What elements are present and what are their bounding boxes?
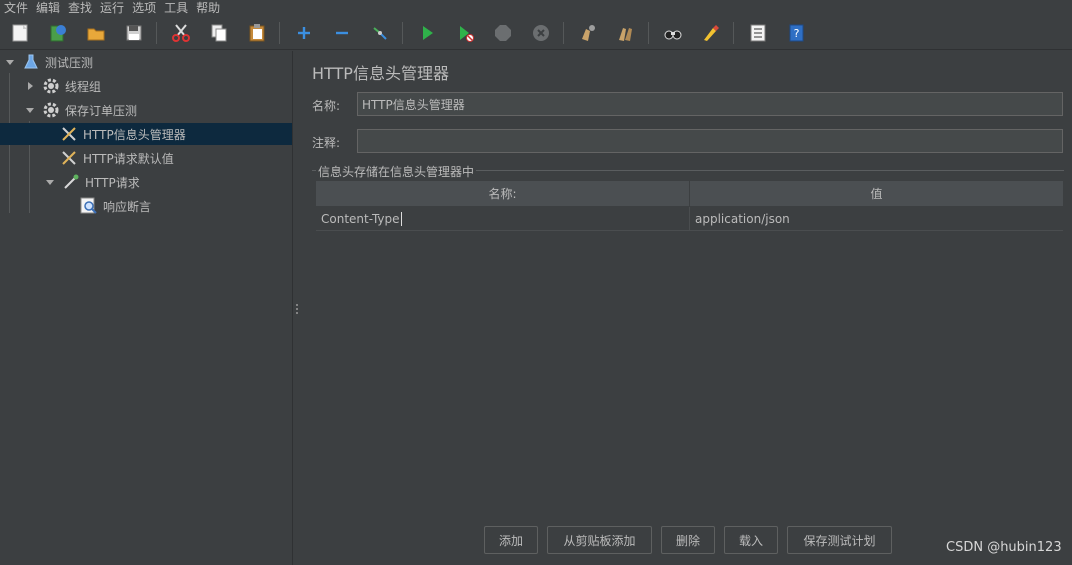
collapse-icon[interactable] <box>328 19 356 47</box>
reset-search-icon[interactable] <box>697 19 725 47</box>
chevron-down-icon[interactable] <box>24 104 36 116</box>
thread-group-gear-icon <box>42 101 60 119</box>
text-caret <box>400 211 402 226</box>
tree-item-label: 测试压测 <box>45 55 94 70</box>
sampler-pipette-icon <box>62 173 80 191</box>
assertion-magnifier-icon <box>80 197 98 215</box>
menu-file[interactable]: 文件 <box>4 0 28 17</box>
menu-search[interactable]: 查找 <box>68 0 92 17</box>
tree-item-http-request-defaults[interactable]: HTTP请求默认值 <box>60 147 292 169</box>
chevron-right-icon[interactable] <box>24 80 36 92</box>
test-plan-flask-icon <box>22 53 40 71</box>
toggle-icon[interactable] <box>366 19 394 47</box>
group-title: 信息头存储在信息头管理器中 <box>316 163 477 180</box>
function-helper-icon[interactable] <box>744 19 772 47</box>
toolbar-separator <box>733 22 734 44</box>
menu-help[interactable]: 帮助 <box>196 0 220 17</box>
tree-item-response-assertion[interactable]: 响应断言 <box>80 195 292 217</box>
new-icon[interactable] <box>6 19 34 47</box>
table-cell-value[interactable]: application/json <box>690 207 1063 231</box>
svg-text:?: ? <box>794 27 800 40</box>
templates-icon[interactable] <box>44 19 72 47</box>
button-bar: 添加 从剪贴板添加 删除 载入 保存测试计划 <box>484 526 901 554</box>
menu-edit[interactable]: 编辑 <box>36 0 60 17</box>
tree-item-label: HTTP请求默认值 <box>83 151 174 166</box>
header-manager-editor: HTTP信息头管理器 名称: HTTP信息头管理器 注释: 信息头存储在信息头管… <box>300 51 1072 565</box>
open-icon[interactable] <box>82 19 110 47</box>
save-test-plan-button[interactable]: 保存测试计划 <box>787 526 892 554</box>
start-icon[interactable] <box>413 19 441 47</box>
menu-run[interactable]: 运行 <box>100 0 124 17</box>
tree-item-label: 线程组 <box>65 79 102 94</box>
grip-dot <box>296 304 298 306</box>
clear-icon[interactable] <box>574 19 602 47</box>
load-button[interactable]: 载入 <box>724 526 778 554</box>
stop-icon[interactable] <box>489 19 517 47</box>
name-field[interactable]: HTTP信息头管理器 <box>357 92 1063 116</box>
grip-dot <box>296 308 298 310</box>
tree-item-label: 保存订单压测 <box>65 103 138 118</box>
column-header-value[interactable]: 值 <box>690 181 1063 206</box>
tree-item-http-request[interactable]: HTTP请求 <box>44 171 292 193</box>
table-cell-name[interactable]: Content-Type <box>316 207 690 231</box>
shutdown-icon[interactable] <box>527 19 555 47</box>
toolbar-separator <box>563 22 564 44</box>
thread-group-gear-icon <box>42 77 60 95</box>
add-from-clipboard-button[interactable]: 从剪贴板添加 <box>547 526 652 554</box>
tree-item-thread-group[interactable]: 线程组 <box>24 75 292 97</box>
chevron-down-icon[interactable] <box>44 176 56 188</box>
cell-text: Content-Type <box>321 211 400 226</box>
toolbar: ? <box>0 17 1072 50</box>
comment-label: 注释: <box>312 136 341 150</box>
config-tools-icon <box>60 149 78 167</box>
toolbar-separator <box>279 22 280 44</box>
expand-icon[interactable] <box>290 19 318 47</box>
help-icon[interactable]: ? <box>782 19 810 47</box>
toolbar-separator <box>156 22 157 44</box>
chevron-down-icon[interactable] <box>4 56 16 68</box>
menu-tools[interactable]: 工具 <box>164 0 188 17</box>
add-button[interactable]: 添加 <box>484 526 538 554</box>
name-label: 名称: <box>312 99 341 113</box>
column-header-name[interactable]: 名称: <box>316 181 690 206</box>
tree-item-label: HTTP信息头管理器 <box>83 127 186 142</box>
grip-dot <box>296 312 298 314</box>
cut-icon[interactable] <box>167 19 195 47</box>
save-icon[interactable] <box>120 19 148 47</box>
menu-bar: 文件 编辑 查找 运行 选项 工具 帮助 <box>0 0 1072 17</box>
tree-item-label: HTTP请求 <box>85 175 140 190</box>
menu-options[interactable]: 选项 <box>132 0 156 17</box>
delete-button[interactable]: 删除 <box>661 526 715 554</box>
toolbar-separator <box>648 22 649 44</box>
tree-item-test-plan[interactable]: 测试压测 <box>4 51 292 73</box>
toolbar-separator <box>402 22 403 44</box>
tree-item-save-order-test[interactable]: 保存订单压测 <box>24 99 292 121</box>
search-icon[interactable] <box>659 19 687 47</box>
page-title: HTTP信息头管理器 <box>312 64 449 83</box>
copy-icon[interactable] <box>205 19 233 47</box>
clear-all-icon[interactable] <box>612 19 640 47</box>
test-plan-tree: 测试压测 线程组 保存订单压测 HTTP信息头管理器 HTTP请求默认值 HTT… <box>0 51 292 565</box>
start-no-pause-icon[interactable] <box>451 19 479 47</box>
config-tools-icon <box>60 125 78 143</box>
tree-item-http-header-manager[interactable]: HTTP信息头管理器 <box>0 123 292 145</box>
tree-item-label: 响应断言 <box>103 199 152 214</box>
comment-field[interactable] <box>357 129 1063 153</box>
watermark: CSDN @hubin123 <box>946 540 1062 555</box>
paste-icon[interactable] <box>243 19 271 47</box>
